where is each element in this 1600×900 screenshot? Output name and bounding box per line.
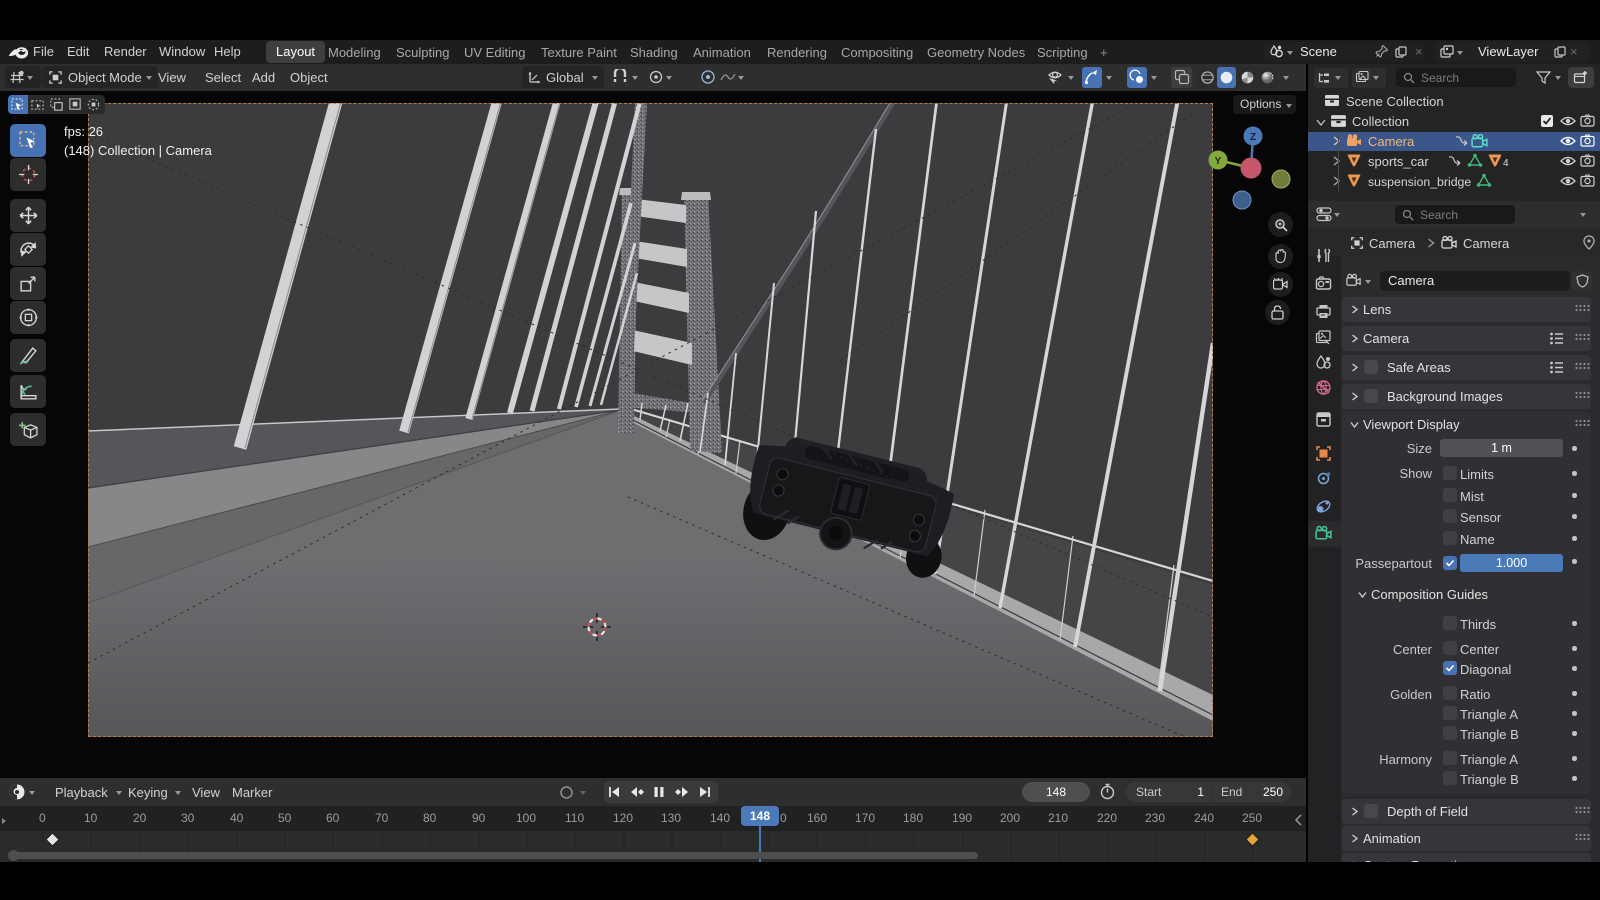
svg-text:Z: Z [1250, 132, 1256, 143]
svg-text:Y: Y [1215, 156, 1222, 167]
